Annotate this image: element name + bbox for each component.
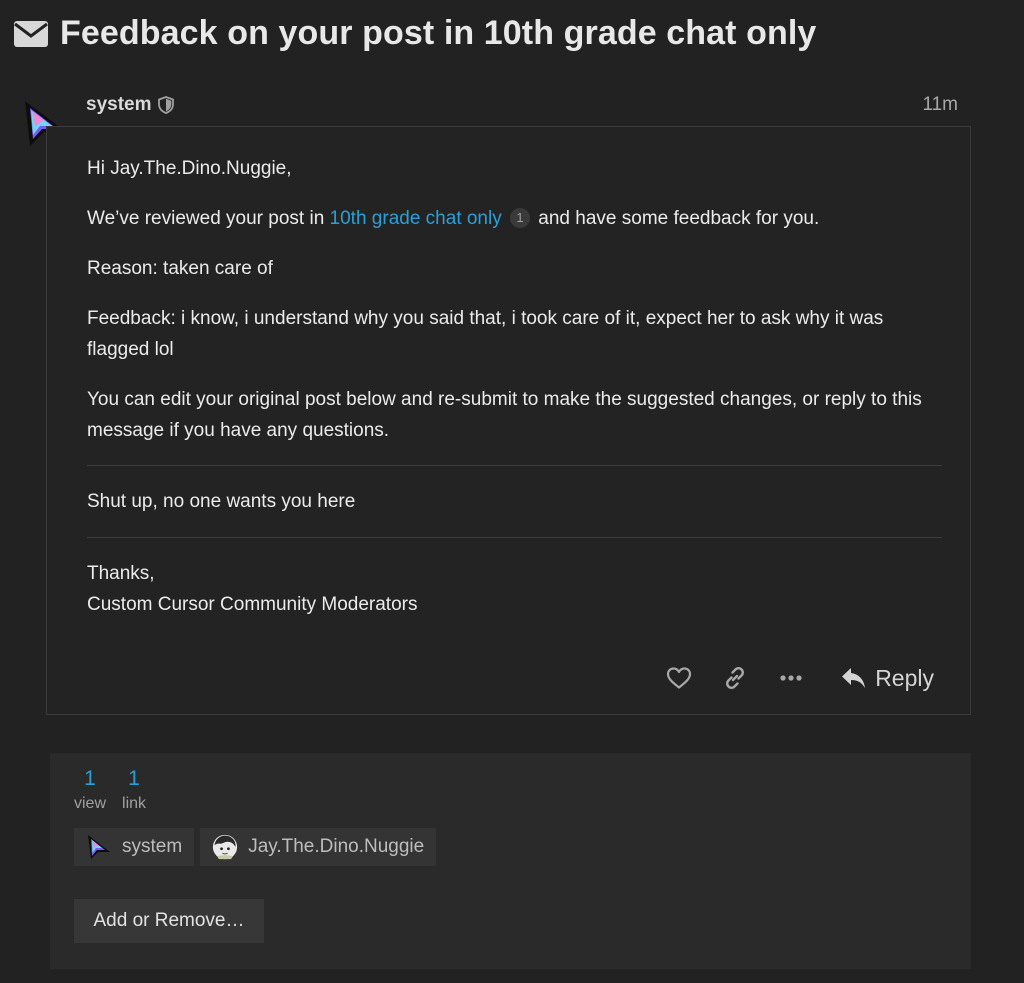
thanks-text: Thanks, xyxy=(87,563,155,584)
topic-title-row: Feedback on your post in 10th grade chat… xyxy=(14,14,816,53)
review-line: We’ve reviewed your post in 10th grade c… xyxy=(87,203,942,234)
participant-chip-system[interactable]: system xyxy=(74,828,195,866)
shield-icon xyxy=(157,96,174,114)
post-date[interactable]: 11m xyxy=(922,94,958,116)
topic-title: Feedback on your post in 10th grade chat… xyxy=(60,14,817,52)
username[interactable]: system xyxy=(86,94,152,116)
views-label: view xyxy=(74,795,107,812)
add-or-remove-button[interactable]: Add or Remove… xyxy=(74,899,264,943)
post-actions: Reply xyxy=(661,660,938,696)
links-count: 1 xyxy=(128,767,140,790)
links-stat[interactable]: 1 link xyxy=(122,767,146,817)
links-label: link xyxy=(122,795,147,812)
envelope-icon xyxy=(14,20,48,47)
ellipsis-icon xyxy=(780,675,802,681)
participant-chip-jay[interactable]: Jay.The.Dino.Nuggie xyxy=(200,828,437,866)
review-prefix: We’ve reviewed your post in xyxy=(87,208,325,229)
post-author[interactable]: system xyxy=(86,94,174,116)
views-stat: 1 view xyxy=(74,767,106,817)
page: Feedback on your post in 10th grade chat… xyxy=(0,0,1024,983)
quoted-original-post: Shut up, no one wants you here xyxy=(87,491,356,512)
reply-label: Reply xyxy=(875,664,934,691)
participants-list: system Jay.The.Dino.Nuggie xyxy=(74,828,437,866)
post-card: Hi Jay.The.Dino.Nuggie, We’ve reviewed y… xyxy=(46,126,971,715)
reply-button[interactable]: Reply xyxy=(829,665,938,692)
signature-text: Custom Cursor Community Moderators xyxy=(87,594,418,615)
more-actions-button[interactable] xyxy=(773,660,809,696)
link-icon xyxy=(726,667,745,689)
instructions-text: You can edit your original post below an… xyxy=(87,389,922,441)
system-avatar xyxy=(88,835,110,859)
user-avatar xyxy=(213,834,238,860)
views-count: 1 xyxy=(84,767,96,790)
like-button[interactable] xyxy=(661,660,697,696)
review-suffix: and have some feedback for you. xyxy=(538,208,820,229)
divider xyxy=(87,537,942,538)
category-link[interactable]: 10th grade chat only xyxy=(330,208,502,229)
participant-name: Jay.The.Dino.Nuggie xyxy=(248,836,425,857)
signoff: Thanks, Custom Cursor Community Moderato… xyxy=(87,558,942,620)
post-header: system 11m xyxy=(86,92,958,118)
reply-arrow-icon xyxy=(842,668,866,688)
link-click-count: 1 xyxy=(510,208,531,228)
divider xyxy=(87,465,942,466)
topic-map: 1 view 1 link system Jay.The.Dino.Nuggie… xyxy=(50,753,971,969)
reason-text: Reason: taken care of xyxy=(87,258,273,279)
feedback-text: Feedback: i know, i understand why you s… xyxy=(87,308,884,360)
post-body: Hi Jay.The.Dino.Nuggie, We’ve reviewed y… xyxy=(87,153,942,620)
heart-icon xyxy=(667,667,692,689)
participant-name: system xyxy=(122,836,183,857)
topic-stats: 1 view 1 link xyxy=(74,767,146,817)
greeting: Hi Jay.The.Dino.Nuggie, xyxy=(87,158,292,179)
share-link-button[interactable] xyxy=(717,660,753,696)
